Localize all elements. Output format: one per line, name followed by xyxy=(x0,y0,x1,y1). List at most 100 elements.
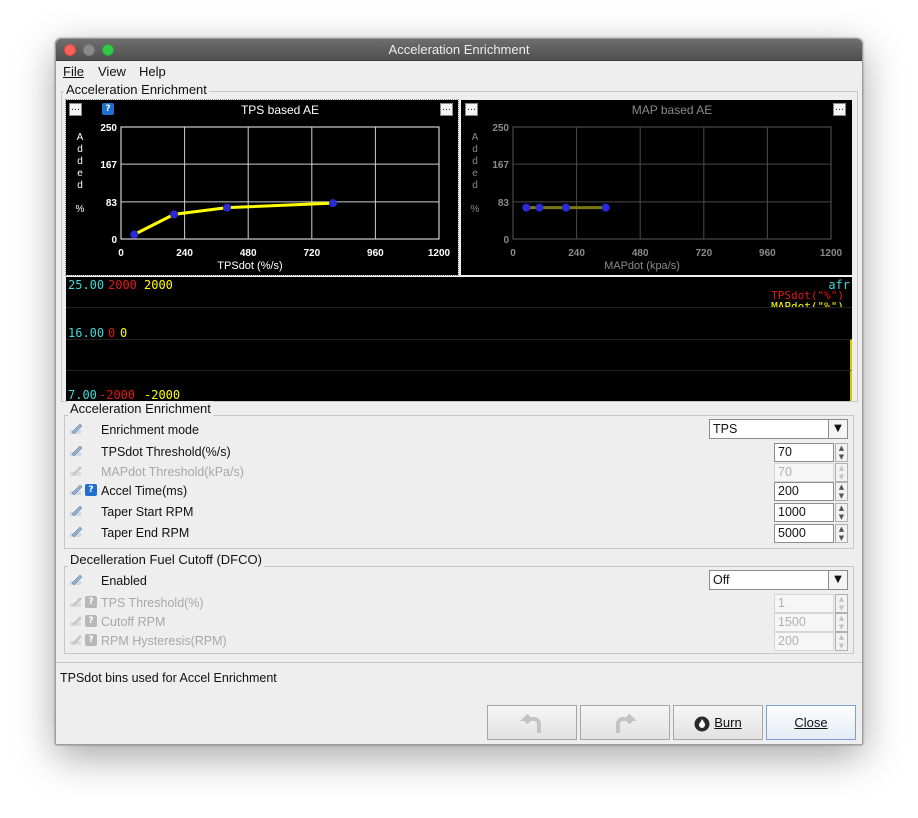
pencil-icon[interactable] xyxy=(69,505,83,517)
x-tick-label: 720 xyxy=(695,248,712,259)
x-tick-label: 0 xyxy=(118,248,124,259)
strip-mid-afr: 16.00 xyxy=(68,326,105,340)
tps-chart-menu-button[interactable]: … xyxy=(69,103,82,116)
y-tick-label: 0 xyxy=(111,235,117,246)
dfco-enabled-label: Enabled xyxy=(101,574,147,588)
pencil-icon[interactable] xyxy=(69,484,83,496)
menu-bar: File View Help xyxy=(56,61,862,81)
tpsdot-threshold-label: TPSdot Threshold(%/s) xyxy=(101,445,231,459)
taper-start-label: Taper Start RPM xyxy=(101,505,194,519)
map-chart-options-button[interactable]: … xyxy=(833,103,846,116)
strip-bottom-tps: -2000 xyxy=(99,388,136,402)
strip-chart-bottom: 7.00 -2000 -2000 xyxy=(66,370,852,402)
y-axis-label-char: d xyxy=(472,156,478,167)
pencil-icon-disabled xyxy=(70,466,82,476)
menu-help[interactable]: Help xyxy=(139,64,166,79)
redo-button[interactable] xyxy=(580,705,670,740)
accel-time-field[interactable]: 200 xyxy=(774,482,834,501)
taper-start-field[interactable]: 1000 xyxy=(774,503,834,522)
cutoff-rpm-help-icon: ? xyxy=(85,615,97,627)
map-chart-menu-button[interactable]: … xyxy=(465,103,478,116)
y-axis-label-char: e xyxy=(77,168,83,179)
tps-threshold-help-icon: ? xyxy=(85,596,97,608)
y-tick-label: 167 xyxy=(492,160,509,171)
cutoff-rpm-input: 1500 ▲ ▼ xyxy=(774,613,850,632)
y-axis-label-char: e xyxy=(472,168,478,179)
tps-chart-panel[interactable]: TPS based AE 0 240 480 720 960 1200 250 167 83 0 TP… xyxy=(65,99,459,276)
y-axis-label-char: A xyxy=(77,132,84,143)
data-point[interactable] xyxy=(562,203,570,212)
tps-chart-options-button[interactable]: … xyxy=(440,103,453,116)
data-point[interactable] xyxy=(329,199,337,208)
close-button[interactable]: Close xyxy=(766,705,856,740)
accel-time-input[interactable]: 200 ▲ ▼ xyxy=(774,482,850,501)
chevron-down-icon[interactable]: ▼ xyxy=(828,420,847,438)
rpm-hysteresis-label: RPM Hysteresis(RPM) xyxy=(101,634,227,648)
tps-threshold-field: 1 xyxy=(774,594,834,613)
data-point[interactable] xyxy=(223,203,231,212)
strip-mid-map: 0 xyxy=(120,326,128,340)
x-tick-label: 720 xyxy=(303,248,320,259)
x-tick-label: 240 xyxy=(176,248,193,259)
tps-chart-help-icon[interactable]: ? xyxy=(102,103,114,115)
y-axis-label-char: A xyxy=(472,132,479,143)
pencil-icon[interactable] xyxy=(69,526,83,538)
y-axis-label-char: d xyxy=(472,180,478,191)
tpsdot-threshold-field[interactable]: 70 xyxy=(774,443,834,462)
mapdot-threshold-stepper: ▲ ▼ xyxy=(835,463,848,482)
flame-icon xyxy=(694,716,710,732)
mapdot-threshold-label: MAPdot Threshold(kPa/s) xyxy=(101,465,244,479)
strip-bottom-afr: 7.00 xyxy=(68,388,97,402)
taper-end-input[interactable]: 5000 ▲ ▼ xyxy=(774,524,850,543)
y-axis-label-char: % xyxy=(471,204,480,215)
taper-start-input[interactable]: 1000 ▲ ▼ xyxy=(774,503,850,522)
taper-start-stepper[interactable]: ▲ ▼ xyxy=(835,503,848,522)
enrichment-mode-select[interactable]: TPS ▼ xyxy=(709,419,848,439)
data-point[interactable] xyxy=(170,210,178,219)
menu-file[interactable]: File xyxy=(63,64,84,79)
title-bar[interactable]: Acceleration Enrichment xyxy=(56,39,862,61)
accel-time-stepper[interactable]: ▲ ▼ xyxy=(835,482,848,501)
rpm-hysteresis-help-icon: ? xyxy=(85,634,97,646)
data-point[interactable] xyxy=(601,203,610,212)
pencil-icon[interactable] xyxy=(69,423,83,435)
tps-chart[interactable]: TPS based AE 0 240 480 720 960 1200 250 167 83 0 TP… xyxy=(66,100,458,275)
map-chart[interactable]: MAP based AE 0 240 480 720 960 1200 250 167 83 0 MA… xyxy=(461,100,852,275)
accel-time-help-icon[interactable]: ? xyxy=(85,484,97,496)
ae-group-title: Acceleration Enrichment xyxy=(68,401,213,416)
taper-end-stepper[interactable]: ▲ ▼ xyxy=(835,524,848,543)
strip-top-map: 2000 xyxy=(144,278,173,292)
x-tick-label: 480 xyxy=(632,248,649,259)
redo-icon xyxy=(616,713,637,733)
enrichment-mode-value: TPS xyxy=(713,422,738,436)
data-point[interactable] xyxy=(522,203,531,212)
burn-button[interactable]: Burn xyxy=(673,705,763,740)
tpsdot-threshold-stepper[interactable]: ▲ ▼ xyxy=(835,443,848,462)
cutoff-rpm-stepper: ▲ ▼ xyxy=(835,613,848,632)
cutoff-rpm-label: Cutoff RPM xyxy=(101,615,166,629)
strip-mid-tps: 0 xyxy=(108,326,116,340)
taper-end-field[interactable]: 5000 xyxy=(774,524,834,543)
y-axis-label-char: d xyxy=(77,156,83,167)
dfco-enabled-select[interactable]: Off ▼ xyxy=(709,570,848,590)
status-text: TPSdot bins used for Accel Enrichment xyxy=(60,671,277,685)
undo-button[interactable] xyxy=(487,705,577,740)
menu-view[interactable]: View xyxy=(98,64,126,79)
x-tick-label: 960 xyxy=(367,248,384,259)
tps-threshold-stepper: ▲ ▼ xyxy=(835,594,848,613)
close-label: Close xyxy=(794,715,828,730)
dfco-enabled-value: Off xyxy=(713,573,730,587)
taper-end-label: Taper End RPM xyxy=(101,526,190,540)
strip-top-tps: 2000 xyxy=(108,278,137,292)
data-point[interactable] xyxy=(535,203,544,212)
pencil-icon[interactable] xyxy=(69,445,83,457)
data-point[interactable] xyxy=(130,230,139,239)
x-tick-label: 1200 xyxy=(428,248,451,259)
dialog-window: Acceleration Enrichment File View Help A… xyxy=(55,38,863,745)
pencil-icon[interactable] xyxy=(69,574,83,586)
chevron-down-icon[interactable]: ▼ xyxy=(828,571,847,589)
tpsdot-threshold-input[interactable]: 70 ▲ ▼ xyxy=(774,443,850,462)
y-axis-label-char: d xyxy=(472,144,478,155)
x-tick-label: 1200 xyxy=(820,248,843,259)
map-chart-panel[interactable]: MAP based AE 0 240 480 720 960 1200 250 167 83 0 MA… xyxy=(461,100,852,275)
